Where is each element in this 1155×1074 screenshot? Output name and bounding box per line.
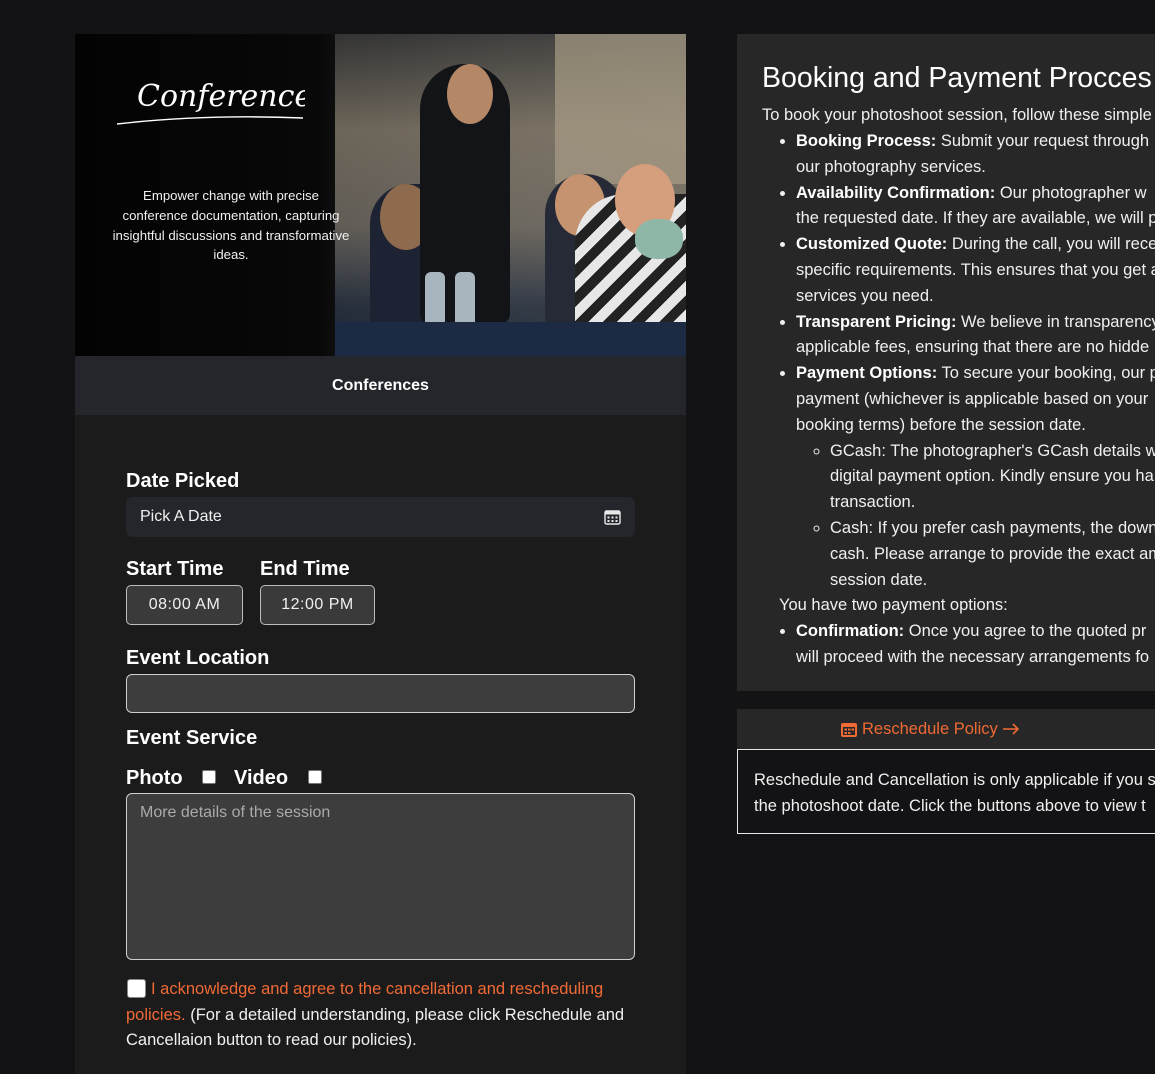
info-list: Booking Process: Submit your request thr… bbox=[779, 129, 1155, 671]
booking-info-panel: Booking and Payment Procces To book your… bbox=[737, 34, 1155, 691]
notice-line: the photoshoot date. Click the buttons a… bbox=[754, 796, 1146, 815]
list-item: Availability Confirmation: Our photograp… bbox=[796, 181, 1155, 233]
hero-image: Conferences Empower change with precise … bbox=[75, 34, 686, 356]
event-location-label: Event Location bbox=[126, 647, 270, 669]
agree-rest-text: (For a detailed understanding, please cl… bbox=[126, 1005, 625, 1050]
hero-title-text: Conferences bbox=[137, 79, 305, 114]
end-time-input[interactable]: 12:00 PM bbox=[260, 585, 375, 625]
agree-text: I acknowledge and agree to the cancellat… bbox=[126, 977, 635, 1054]
video-checkbox[interactable] bbox=[308, 770, 322, 784]
payment-note: You have two payment options: bbox=[779, 596, 1008, 615]
calendar-icon bbox=[841, 722, 857, 737]
hero-speaker-head bbox=[447, 64, 493, 124]
reschedule-policy-label: Reschedule Policy bbox=[862, 719, 998, 738]
list-item: Payment Options: To secure your booking,… bbox=[796, 361, 1155, 593]
hero-script-title: Conferences bbox=[116, 79, 305, 125]
info-intro: To book your photoshoot session, follow … bbox=[762, 106, 1152, 124]
list-item: GCash: The photographer's GCash details … bbox=[830, 439, 1155, 516]
notice-line: Reschedule and Cancellation is only appl… bbox=[754, 771, 1155, 789]
hero-wall-panel bbox=[555, 34, 686, 184]
list-item: Booking Process: Submit your request thr… bbox=[796, 129, 1155, 181]
event-location-input[interactable] bbox=[126, 674, 635, 713]
info-title: Booking and Payment Procces bbox=[762, 62, 1152, 94]
start-time-input[interactable]: 08:00 AM bbox=[126, 585, 243, 625]
date-label: Date Picked bbox=[126, 470, 240, 492]
list-item: Confirmation: Once you agree to the quot… bbox=[796, 619, 1155, 671]
hero-table bbox=[335, 322, 686, 356]
start-time-label: Start Time bbox=[126, 558, 224, 580]
photo-checkbox[interactable] bbox=[202, 770, 216, 784]
event-service-label: Event Service bbox=[126, 727, 258, 749]
session-details-placeholder: More details of the session bbox=[140, 804, 331, 821]
session-details-textarea[interactable]: More details of the session bbox=[126, 793, 635, 960]
video-label: Video bbox=[234, 767, 289, 789]
list-item: Customized Quote: During the call, you w… bbox=[796, 232, 1155, 309]
date-value: Pick A Date bbox=[140, 508, 222, 525]
list-item: Cash: If you prefer cash payments, the d… bbox=[830, 516, 1155, 593]
photo-label: Photo bbox=[126, 767, 183, 789]
hero-face-mask bbox=[635, 219, 683, 259]
arrow-right-icon bbox=[1002, 723, 1019, 735]
end-time-label: End Time bbox=[260, 558, 350, 580]
calendar-icon[interactable] bbox=[604, 509, 621, 525]
policy-tabbar: Reschedule Policy bbox=[737, 709, 1155, 749]
payment-sublist: GCash: The photographer's GCash details … bbox=[796, 439, 1155, 594]
date-picker-input[interactable]: Pick A Date bbox=[126, 497, 635, 537]
service-name: Conferences bbox=[75, 356, 686, 415]
list-item: Transparent Pricing: We believe in trans… bbox=[796, 310, 1155, 362]
reschedule-notice: Reschedule and Cancellation is only appl… bbox=[737, 749, 1155, 834]
reschedule-policy-tab[interactable]: Reschedule Policy bbox=[840, 720, 1020, 739]
hero-description: Empower change with precise conference d… bbox=[112, 188, 350, 263]
